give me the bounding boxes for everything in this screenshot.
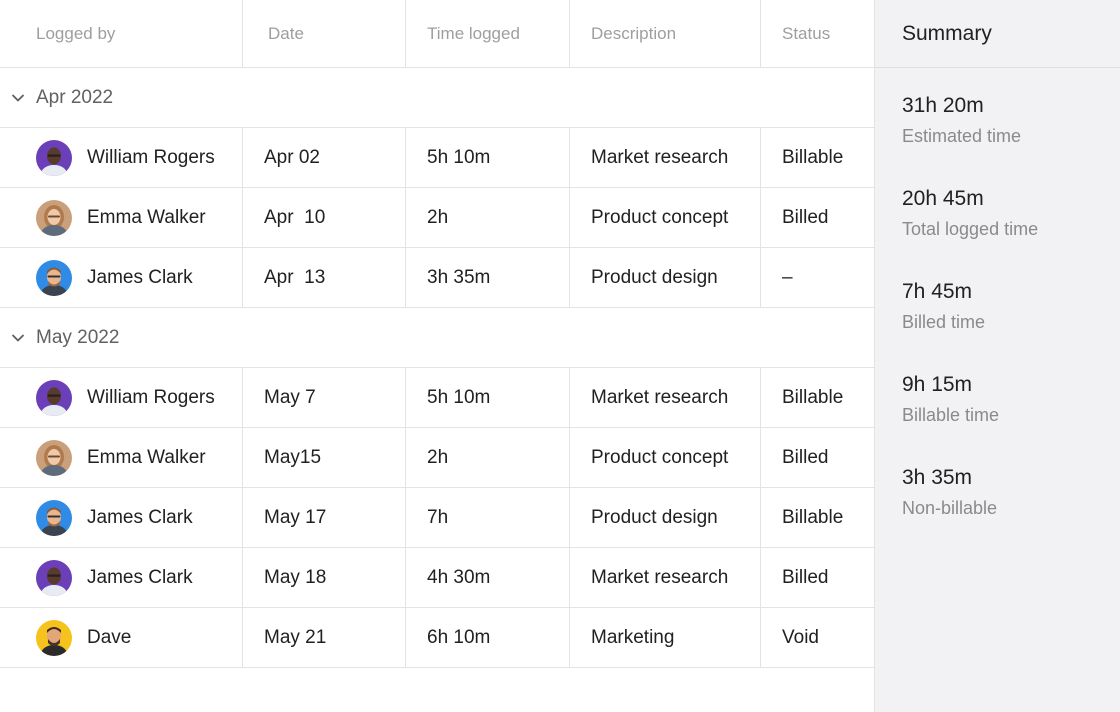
date-cell: Apr 02: [264, 146, 320, 168]
stat-value: 20h 45m: [902, 187, 984, 210]
logged-by-name: William Rogers: [87, 146, 215, 168]
logged-by-name: James Clark: [87, 506, 193, 528]
group-label: May 2022: [36, 326, 120, 348]
purple-avatar: [36, 140, 72, 176]
beige-avatar: [36, 440, 72, 476]
purple-avatar: [36, 380, 72, 416]
summary-stat: 9h 15m Billable time: [902, 373, 999, 426]
stat-label: Estimated time: [902, 126, 1022, 146]
blue-avatar: [36, 500, 72, 536]
summary-panel: Summary 31h 20m Estimated time 20h 45m Tota…: [874, 0, 1120, 712]
logged-by-name: Dave: [87, 626, 132, 648]
description-cell: Product design: [591, 506, 718, 528]
stat-value: 9h 15m: [902, 373, 973, 396]
column-header-status[interactable]: Status: [782, 0, 830, 67]
table-row[interactable]: Emma Walker May15 2h Product concept Billed: [0, 428, 874, 488]
status-cell: Void: [782, 626, 819, 648]
date-cell: May 18: [264, 566, 327, 588]
column-header-date[interactable]: Date: [268, 0, 304, 67]
time-logged-cell: 2h: [427, 446, 449, 468]
group-label: Apr 2022: [36, 86, 114, 108]
date-cell: May15: [264, 446, 322, 468]
summary-stat: 20h 45m Total logged time: [902, 187, 1038, 240]
yellow-avatar: [36, 620, 72, 656]
column-divider: [405, 0, 406, 68]
status-cell: Billable: [782, 146, 844, 168]
table-row[interactable]: James Clark May 18 4h 30m Market research Bi…: [0, 548, 874, 608]
group-row[interactable]: Apr 2022: [0, 68, 874, 128]
stat-value: 31h 20m: [902, 94, 984, 117]
status-cell: Billed: [782, 566, 829, 588]
group-row[interactable]: May 2022: [0, 308, 874, 368]
chevron-down-icon[interactable]: [10, 330, 26, 346]
description-cell: Market research: [591, 386, 729, 408]
date-cell: May 17: [264, 506, 327, 528]
column-header-time-logged[interactable]: Time logged: [427, 0, 520, 67]
summary-title: Summary: [875, 0, 1120, 68]
logged-by-name: Emma Walker: [87, 206, 206, 228]
column-divider: [569, 368, 570, 668]
description-cell: Marketing: [591, 626, 675, 648]
stat-value: 3h 35m: [902, 466, 973, 489]
time-logged-cell: 2h: [427, 206, 449, 228]
date-cell: Apr 13: [264, 266, 326, 288]
date-cell: Apr 10: [264, 206, 326, 228]
table-row[interactable]: William Rogers Apr 02 5h 10m Market researc…: [0, 128, 874, 188]
logged-by-name: Emma Walker: [87, 446, 206, 468]
table-row[interactable]: James Clark May 17 7h Product design Billabl…: [0, 488, 874, 548]
logged-by-name: James Clark: [87, 266, 193, 288]
column-header-logged-by[interactable]: Logged by: [36, 0, 115, 67]
logged-by-name: William Rogers: [87, 386, 215, 408]
stat-label: Non-billable: [902, 498, 998, 518]
table-row[interactable]: Dave May 21 6h 10m Marketing Void: [0, 608, 874, 668]
column-divider: [242, 0, 243, 68]
date-cell: May 21: [264, 626, 327, 648]
stat-value: 7h 45m: [902, 280, 973, 303]
logged-by-name: James Clark: [87, 566, 193, 588]
table-row[interactable]: Emma Walker Apr 10 2h Product concept Billed: [0, 188, 874, 248]
column-header-description[interactable]: Description: [591, 0, 676, 67]
time-logged-cell: 6h 10m: [427, 626, 491, 648]
description-cell: Market research: [591, 146, 729, 168]
summary-stat: 3h 35m Non-billable: [902, 466, 997, 519]
column-divider: [760, 368, 761, 668]
column-divider: [569, 0, 570, 68]
column-divider: [569, 128, 570, 308]
summary-stat: 7h 45m Billed time: [902, 280, 985, 333]
description-cell: Market research: [591, 566, 729, 588]
table-row[interactable]: James Clark Apr 13 3h 35m Product design –: [0, 248, 874, 308]
beige-avatar: [36, 200, 72, 236]
summary-stat: 31h 20m Estimated time: [902, 94, 1021, 147]
stat-label: Total logged time: [902, 219, 1039, 239]
column-divider: [242, 368, 243, 668]
time-logged-cell: 4h 30m: [427, 566, 491, 588]
table-row[interactable]: William Rogers May 7 5h 10m Market research…: [0, 368, 874, 428]
date-cell: May 7: [264, 386, 316, 408]
time-logged-cell: 5h 10m: [427, 146, 491, 168]
stat-label: Billed time: [902, 312, 986, 332]
description-cell: Product design: [591, 266, 718, 288]
column-divider: [760, 0, 761, 68]
column-divider: [242, 128, 243, 308]
column-divider: [405, 368, 406, 668]
column-divider: [405, 128, 406, 308]
status-cell: Billed: [782, 206, 829, 228]
description-cell: Product concept: [591, 206, 729, 228]
status-cell: Billable: [782, 506, 844, 528]
description-cell: Product concept: [591, 446, 729, 468]
status-cell: –: [782, 266, 793, 288]
time-logged-cell: 3h 35m: [427, 266, 491, 288]
chevron-down-icon[interactable]: [10, 90, 26, 106]
table-header: Logged by Date Time logged Description S…: [0, 0, 874, 68]
time-log-table: Logged by Date Time logged Description S…: [0, 0, 874, 712]
time-logged-cell: 7h: [427, 506, 449, 528]
time-logged-cell: 5h 10m: [427, 386, 491, 408]
status-cell: Billed: [782, 446, 829, 468]
blue-avatar: [36, 260, 72, 296]
purple-avatar: [36, 560, 72, 596]
status-cell: Billable: [782, 386, 844, 408]
column-divider: [760, 128, 761, 308]
stat-label: Billable time: [902, 405, 1000, 425]
